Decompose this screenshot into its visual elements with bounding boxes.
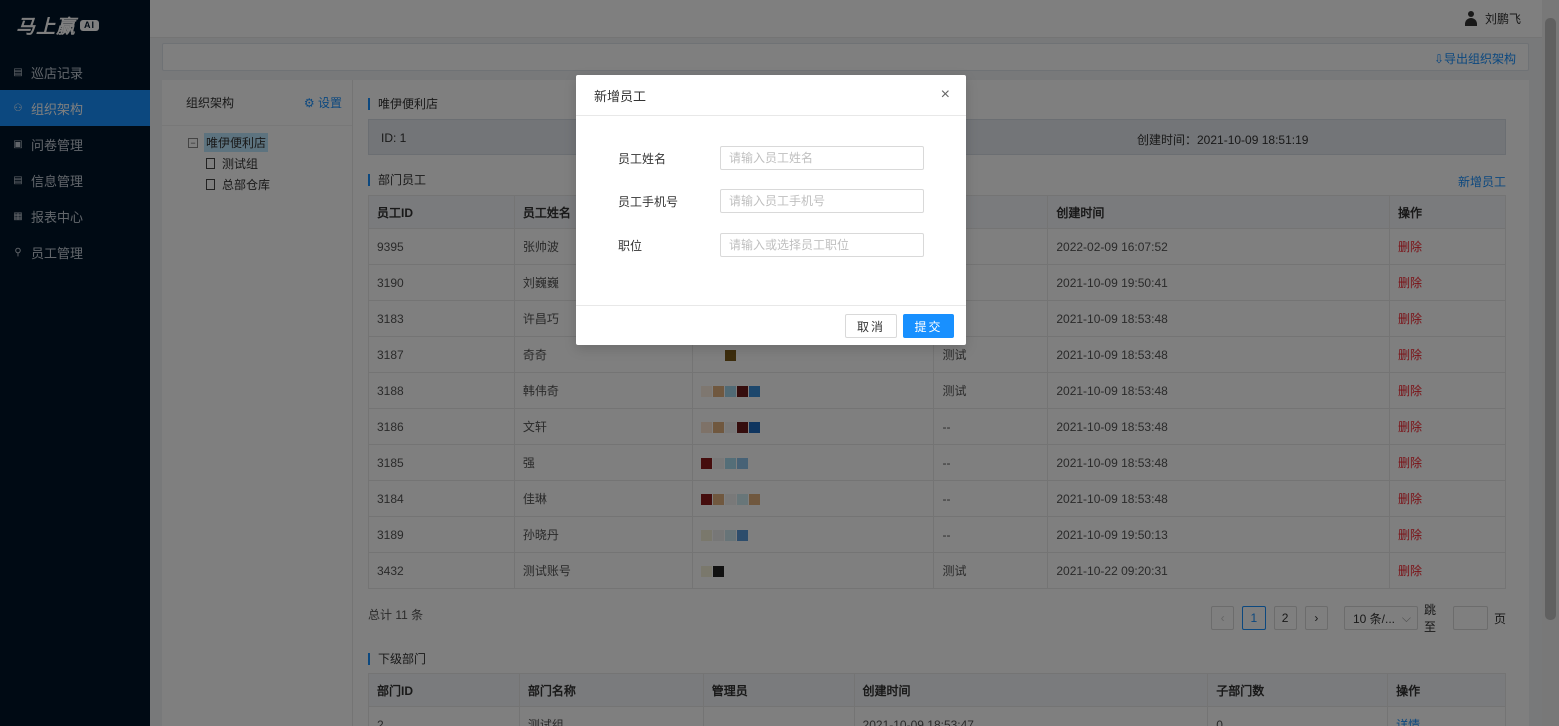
employee-position-input[interactable]: [720, 233, 924, 257]
close-icon[interactable]: ×: [941, 86, 950, 104]
submit-button[interactable]: 提交: [903, 314, 954, 338]
employee-phone-input[interactable]: [720, 189, 924, 213]
cancel-button[interactable]: 取消: [845, 314, 897, 338]
field-label: 员工姓名: [618, 151, 667, 166]
employee-name-input[interactable]: [720, 146, 924, 170]
form-row-phone: 员工手机号: [618, 189, 924, 213]
form-row-name: 员工姓名: [618, 146, 924, 170]
form-row-position: 职位: [618, 233, 924, 257]
field-label: 员工手机号: [618, 194, 679, 209]
dialog-header: 新增员工 ×: [576, 75, 966, 116]
dialog-title: 新增员工: [594, 88, 647, 104]
dialog-footer: 取消 提交: [576, 305, 966, 345]
add-employee-dialog: 新增员工 × 员工姓名 员工手机号 职位 取消 提交: [576, 75, 966, 345]
field-label: 职位: [618, 238, 643, 253]
